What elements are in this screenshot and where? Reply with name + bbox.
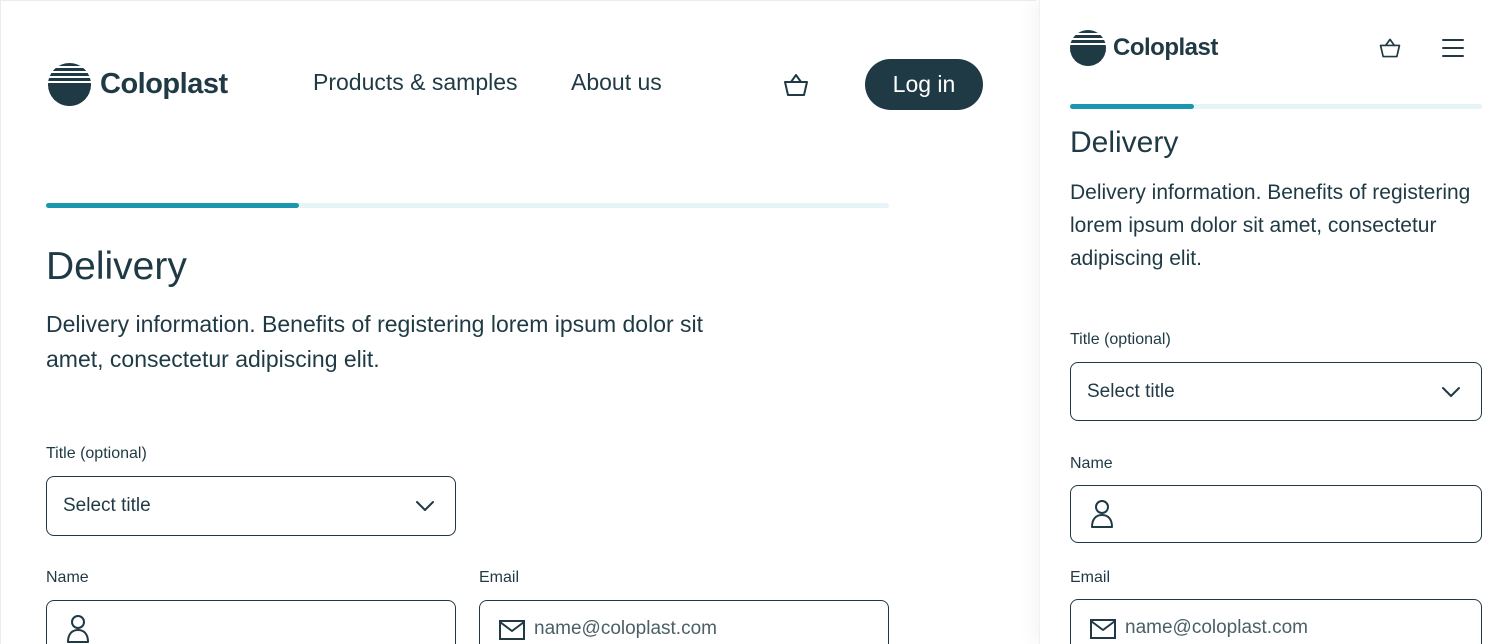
person-icon xyxy=(1091,500,1113,528)
coloplast-logo-icon xyxy=(1070,30,1106,66)
envelope-icon xyxy=(1090,619,1116,639)
email-label: Email xyxy=(479,569,520,586)
coloplast-logo-mobile[interactable]: Coloplast xyxy=(1070,30,1218,66)
progress-track-mobile xyxy=(1070,104,1482,109)
cart-button-mobile[interactable] xyxy=(1378,36,1402,60)
page-title-mobile: Delivery xyxy=(1070,126,1179,159)
email-placeholder: name@coloplast.com xyxy=(534,618,717,639)
login-button[interactable]: Log in xyxy=(865,59,983,110)
hamburger-menu-icon xyxy=(1442,39,1464,57)
nav-about-us[interactable]: About us xyxy=(571,69,662,96)
email-placeholder: name@coloplast.com xyxy=(1125,617,1308,638)
desktop-frame: Coloplast Products & samples About us Lo… xyxy=(0,0,1036,644)
basket-icon xyxy=(784,74,808,96)
progress-fill-mobile xyxy=(1070,104,1194,109)
chevron-down-icon xyxy=(416,501,434,511)
page-title: Delivery xyxy=(46,245,187,288)
title-select-mobile[interactable]: Select title xyxy=(1070,362,1482,421)
intro-text-mobile: Delivery information. Benefits of regist… xyxy=(1070,181,1471,270)
title-select-value: Select title xyxy=(1087,380,1175,402)
logo-text: Coloplast xyxy=(1113,34,1218,61)
name-label: Name xyxy=(46,569,89,586)
coloplast-logo-icon xyxy=(48,63,91,106)
mobile-frame: Coloplast Delivery Delivery information.… xyxy=(1040,0,1512,644)
email-field[interactable]: name@coloplast.com xyxy=(479,600,889,644)
person-icon xyxy=(67,615,89,643)
email-label-mobile: Email xyxy=(1070,569,1111,586)
progress-track xyxy=(46,203,889,208)
title-label-mobile: Title (optional) xyxy=(1070,331,1171,348)
title-select-value: Select title xyxy=(63,495,151,516)
coloplast-logo[interactable]: Coloplast xyxy=(48,63,228,106)
envelope-icon xyxy=(499,620,525,640)
intro-text: Delivery information. Benefits of regist… xyxy=(46,311,704,372)
logo-text: Coloplast xyxy=(100,68,228,100)
cart-button[interactable] xyxy=(782,71,810,99)
menu-button[interactable] xyxy=(1442,37,1464,59)
name-field[interactable] xyxy=(46,600,456,644)
email-field-mobile[interactable]: name@coloplast.com xyxy=(1070,599,1482,644)
nav-products-samples[interactable]: Products & samples xyxy=(313,69,518,96)
chevron-down-icon xyxy=(1442,386,1460,397)
basket-icon xyxy=(1379,38,1401,58)
progress-fill xyxy=(46,203,299,208)
title-select[interactable]: Select title xyxy=(46,476,456,536)
title-label: Title (optional) xyxy=(46,445,147,462)
name-field-mobile[interactable] xyxy=(1070,485,1482,543)
name-label-mobile: Name xyxy=(1070,455,1113,472)
